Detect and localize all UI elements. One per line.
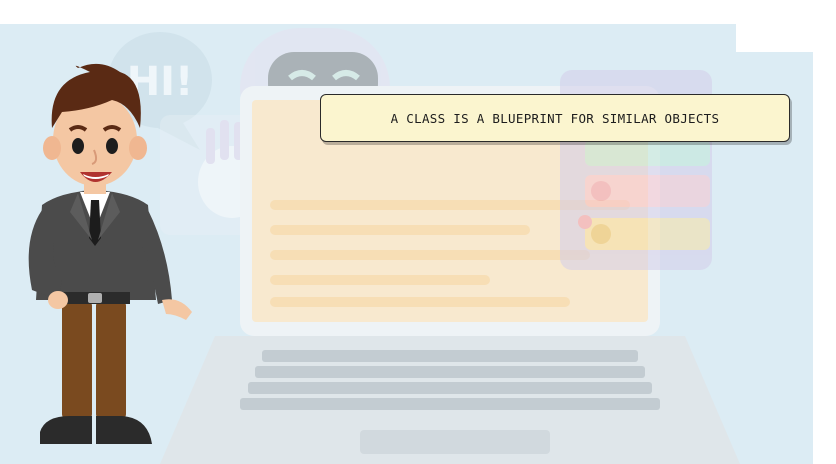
corner-patch <box>736 24 813 52</box>
trackpad <box>360 430 550 454</box>
video-frame: HI! A CLASS IS A BLUEPRINT FOR SIMILAR O… <box>0 0 836 464</box>
explainer-illustration: HI! <box>0 0 836 464</box>
lesson-caption: A CLASS IS A BLUEPRINT FOR SIMILAR OBJEC… <box>320 94 790 142</box>
card-green <box>585 140 710 166</box>
